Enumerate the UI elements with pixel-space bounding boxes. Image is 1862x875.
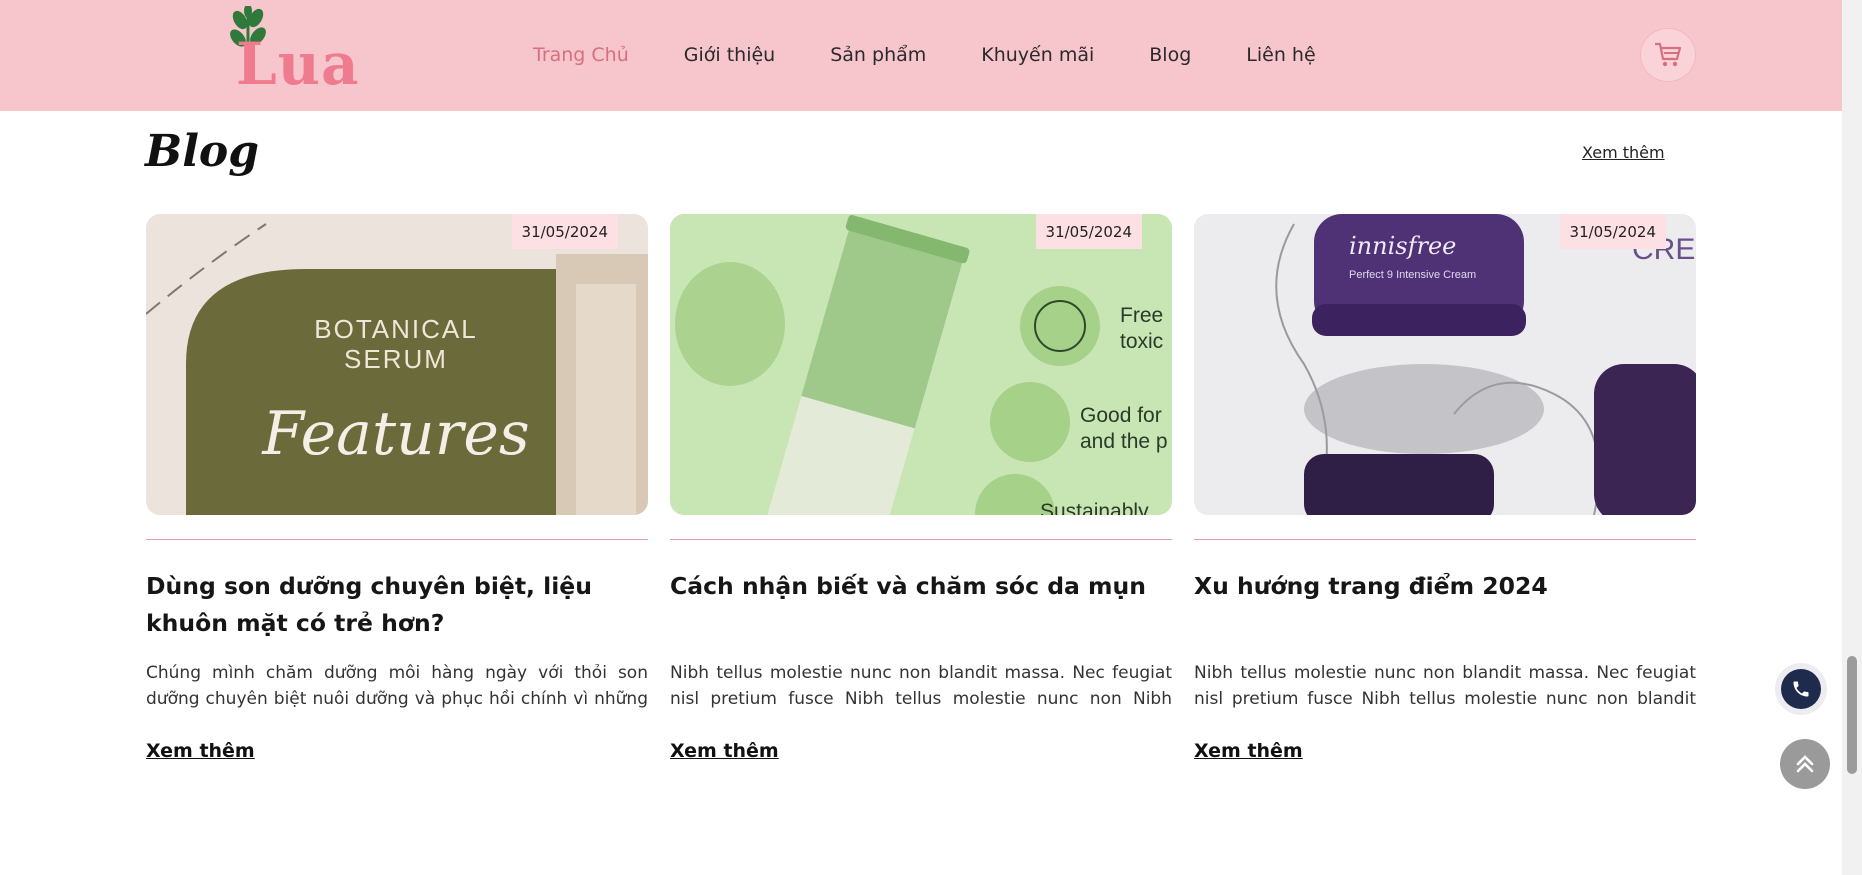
post-date: 31/05/2024	[511, 214, 618, 249]
nav-about[interactable]: Giới thiệu	[684, 44, 775, 66]
post-date: 31/05/2024	[1559, 214, 1666, 249]
post-excerpt: Chúng mình chăm dưỡng môi hàng ngày với …	[146, 663, 648, 709]
nav-contact[interactable]: Liên hệ	[1246, 44, 1315, 66]
image-text-product: Perfect 9 Intensive Cream	[1349, 269, 1476, 281]
double-chevron-up-icon	[1796, 755, 1814, 773]
back-to-top-button[interactable]	[1780, 739, 1830, 789]
image-text-toxic: toxic	[1120, 330, 1163, 353]
call-button[interactable]	[1781, 669, 1821, 709]
divider	[670, 539, 1172, 540]
read-more-link[interactable]: Xem thêm	[670, 740, 779, 762]
nav-promotions[interactable]: Khuyến mãi	[981, 44, 1094, 66]
see-all-link[interactable]: Xem thêm	[1582, 143, 1665, 162]
blog-card: Free toxic Good for and the p Sustainabl…	[670, 214, 1172, 762]
blog-card: innisfree Perfect 9 Intensive Cream CRE …	[1194, 214, 1696, 762]
post-excerpt: Nibh tellus molestie nunc non blandit ma…	[1194, 663, 1696, 709]
main-nav: Trang Chủ Giới thiệu Sản phẩm Khuyến mãi…	[533, 44, 1371, 66]
image-text-serum: SERUM	[344, 344, 448, 374]
post-title[interactable]: Dùng son dưỡng chuyên biệt, liệu khuôn m…	[146, 568, 648, 656]
cart-icon	[1655, 42, 1682, 67]
cart-button[interactable]	[1640, 28, 1696, 82]
logo-text: Lua	[236, 30, 360, 98]
image-text-innisfree: innisfree	[1349, 232, 1456, 260]
innisfree-cream-image: innisfree Perfect 9 Intensive Cream CRE	[1275, 214, 1696, 515]
nav-blog[interactable]: Blog	[1149, 44, 1191, 66]
read-more-link[interactable]: Xem thêm	[1194, 740, 1303, 762]
botanical-serum-image: BOTANICAL SERUM Features	[146, 223, 648, 515]
post-title[interactable]: Xu hướng trang điểm 2024	[1194, 568, 1696, 656]
blog-card: BOTANICAL SERUM Features 31/05/2024 Dùng…	[146, 214, 648, 762]
post-image[interactable]: innisfree Perfect 9 Intensive Cream CRE …	[1194, 214, 1696, 515]
page-scrollbar[interactable]	[1842, 0, 1862, 875]
logo[interactable]: Lua	[226, 6, 366, 98]
image-text-good-for: Good for	[1080, 404, 1162, 427]
image-text-and-the: and the p	[1080, 430, 1168, 453]
section-title: Blog	[145, 126, 260, 177]
divider	[146, 539, 648, 540]
post-image[interactable]: Free toxic Good for and the p Sustainabl…	[670, 214, 1172, 515]
post-date: 31/05/2024	[1035, 214, 1142, 249]
image-text-sustainably: Sustainably	[1040, 500, 1149, 515]
post-excerpt: Nibh tellus molestie nunc non blandit ma…	[670, 663, 1172, 709]
phone-icon	[1793, 681, 1809, 697]
image-text-features: Features	[261, 399, 529, 469]
nav-products[interactable]: Sản phẩm	[830, 44, 926, 66]
nav-home[interactable]: Trang Chủ	[533, 44, 629, 66]
image-text-botanical: BOTANICAL	[314, 314, 477, 344]
site-header: Lua Trang Chủ Giới thiệu Sản phẩm Khuyến…	[0, 0, 1842, 111]
post-image[interactable]: BOTANICAL SERUM Features 31/05/2024	[146, 214, 648, 515]
divider	[1194, 539, 1696, 540]
read-more-link[interactable]: Xem thêm	[146, 740, 255, 762]
acne-facewash-image: Free toxic Good for and the p Sustainabl…	[675, 215, 1168, 515]
post-title[interactable]: Cách nhận biết và chăm sóc da mụn	[670, 568, 1172, 656]
image-text-free: Free	[1120, 304, 1163, 327]
scrollbar-thumb[interactable]	[1847, 656, 1857, 774]
